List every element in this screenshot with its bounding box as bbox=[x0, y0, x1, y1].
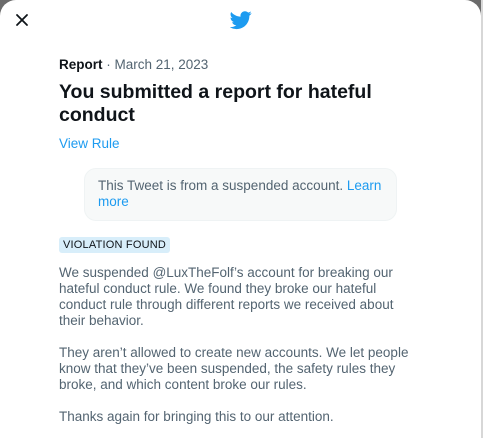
close-button[interactable] bbox=[10, 8, 34, 32]
view-rule-link[interactable]: View Rule bbox=[59, 136, 120, 151]
result-paragraph-3: Thanks again for bringing this to our at… bbox=[59, 409, 334, 424]
report-date: · March 21, 2023 bbox=[106, 57, 209, 72]
twitter-bird-icon bbox=[230, 11, 252, 30]
status-badge: VIOLATION FOUND bbox=[59, 237, 171, 253]
page-title: You submitted a report for hateful condu… bbox=[59, 81, 372, 126]
suspended-tweet-notice: This Tweet is from a suspended account. … bbox=[84, 168, 397, 221]
report-dialog: Report · March 21, 2023 You submitted a … bbox=[0, 0, 481, 438]
result-paragraph-1: We suspended @LuxTheFolf’s account for b… bbox=[59, 265, 394, 328]
suspended-notice-text: This Tweet is from a suspended account. bbox=[98, 178, 344, 193]
report-meta: Report · March 21, 2023 bbox=[59, 56, 419, 74]
result-paragraph-2: They aren’t allowed to create new accoun… bbox=[59, 345, 409, 392]
close-icon bbox=[16, 14, 28, 26]
report-content: Report · March 21, 2023 You submitted a … bbox=[59, 56, 419, 425]
report-type-label: Report bbox=[59, 57, 103, 72]
